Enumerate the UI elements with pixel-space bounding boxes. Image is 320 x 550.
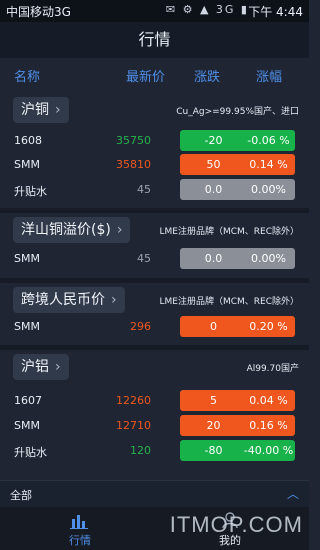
row-name: SMM: [14, 320, 40, 333]
carrier-label: 中国移动3G: [6, 5, 71, 19]
row-name: SMM: [14, 158, 40, 171]
table-row[interactable]: 升贴水 120 -80 -40.00 %: [0, 438, 309, 465]
section-header-copper: 沪铜 › Cu_Ag>=99.95%国产、进口: [0, 93, 309, 131]
pct-badge: 0.16 %: [242, 415, 295, 436]
row-name: SMM: [14, 419, 40, 432]
change-badge: 0.0: [180, 179, 247, 200]
chevron-right-icon: ›: [116, 222, 123, 238]
status-bar: 中国移动3G ✉ ⚙ ▲ 3G ▮ 下午 4:44: [0, 0, 309, 22]
pct-badge: 0.04 %: [242, 390, 295, 411]
page-title: 行情: [0, 22, 309, 58]
table-row[interactable]: 升贴水 45 0.0 0.00%: [0, 177, 309, 204]
tab-quotes-label: 行情: [69, 534, 91, 547]
section-header-aluminium: 沪铝 › Al99.70国产: [0, 350, 309, 388]
row-price: 12260: [116, 394, 151, 407]
section-note: LME注册品牌（MCM、REC除外）: [159, 227, 299, 237]
section-label: 沪铝: [21, 359, 49, 375]
col-change[interactable]: 涨跌: [194, 66, 220, 85]
table-row[interactable]: SMM 12710 20 0.16 %: [0, 413, 309, 440]
section-label: 跨境人民币价: [21, 292, 105, 308]
bar-chart-icon: [70, 515, 88, 529]
row-price: 120: [130, 444, 151, 457]
section-button-cross-border[interactable]: 跨境人民币价 ›: [13, 287, 125, 313]
pct-badge: -40.00 %: [242, 440, 295, 461]
col-price[interactable]: 最新价: [126, 66, 165, 85]
tab-quotes[interactable]: 行情: [40, 507, 120, 550]
row-name: 1608: [14, 134, 42, 147]
pct-badge: 0.14 %: [242, 154, 295, 175]
row-name: 升贴水: [14, 185, 47, 198]
change-badge: 50: [180, 154, 247, 175]
pct-badge: -0.06 %: [242, 130, 295, 151]
clock: 下午 4:44: [248, 5, 303, 19]
col-name[interactable]: 名称: [14, 66, 40, 85]
chevron-right-icon: ›: [55, 102, 61, 118]
change-badge: 20: [180, 415, 247, 436]
row-price: 45: [137, 252, 151, 265]
change-badge: -80: [180, 440, 247, 461]
section-note: Cu_Ag>=99.95%国产、进口: [176, 107, 299, 117]
change-badge: 0: [180, 316, 247, 337]
row-price: 296: [130, 320, 151, 333]
column-header: 名称 最新价 涨跌 涨幅: [0, 58, 309, 88]
table-row[interactable]: SMM 35810 50 0.14 %: [0, 152, 309, 179]
change-badge: 0.0: [180, 248, 247, 269]
col-pct[interactable]: 涨幅: [256, 66, 282, 85]
change-badge: -20: [180, 130, 247, 151]
chevron-right-icon: ›: [111, 292, 117, 308]
category-bar[interactable]: 全部 ︿: [0, 480, 309, 507]
section-note: LME注册品牌（MCM、REC除外）: [159, 297, 299, 307]
chevron-up-icon[interactable]: ︿: [287, 485, 299, 502]
section-label: 洋山铜溢价($): [21, 222, 111, 238]
section-button-copper[interactable]: 沪铜 ›: [13, 97, 69, 123]
chevron-right-icon: ›: [55, 359, 61, 375]
row-name: SMM: [14, 252, 40, 265]
row-name: 升贴水: [14, 446, 47, 459]
section-button-aluminium[interactable]: 沪铝 ›: [13, 354, 69, 380]
table-row[interactable]: 1608 35750 -20 -0.06 %: [0, 128, 309, 155]
row-name: 1607: [14, 394, 42, 407]
section-button-yangshan[interactable]: 洋山铜溢价($) ›: [13, 217, 131, 243]
table-row[interactable]: SMM 45 0.0 0.00%: [0, 246, 309, 273]
change-badge: 5: [180, 390, 247, 411]
row-price: 45: [137, 183, 151, 196]
row-price: 35810: [116, 158, 151, 171]
pct-badge: 0.20 %: [242, 316, 295, 337]
section-label: 沪铜: [21, 102, 49, 118]
pct-badge: 0.00%: [242, 179, 295, 200]
section-note: Al99.70国产: [246, 364, 299, 374]
watermark-logo: ITMOP.COM: [169, 512, 303, 537]
status-icons: ✉ ⚙ ▲ 3G ▮: [165, 3, 249, 16]
all-categories-label[interactable]: 全部: [10, 487, 32, 503]
table-row[interactable]: 1607 12260 5 0.04 %: [0, 388, 309, 415]
row-price: 35750: [116, 134, 151, 147]
row-price: 12710: [116, 419, 151, 432]
pct-badge: 0.00%: [242, 248, 295, 269]
table-row[interactable]: SMM 296 0 0.20 %: [0, 314, 309, 341]
